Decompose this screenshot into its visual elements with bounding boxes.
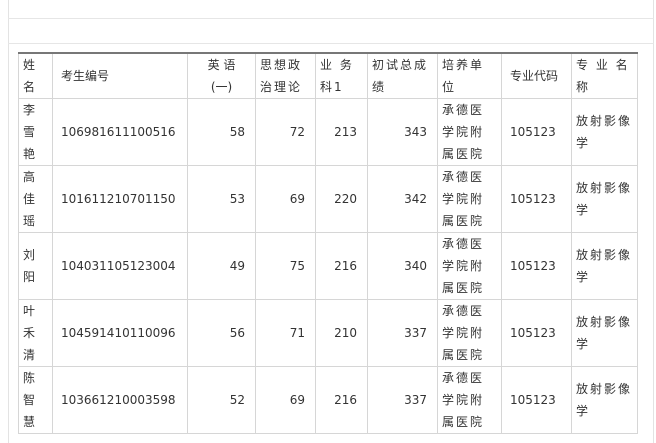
header-politics: 思想政治理论 bbox=[255, 52, 316, 99]
cell-name: 李雪艳 bbox=[18, 98, 53, 166]
table-header-row: 姓名 考生编号 英 语 (一) 思想政治理论 业 务 科1 初试总成绩 培养单位… bbox=[18, 52, 638, 99]
header-major-name: 专 业 名 称 bbox=[571, 52, 638, 99]
cell-total: 340 bbox=[367, 232, 438, 300]
cell-unit: 承德医学院附属医院 bbox=[437, 299, 502, 367]
cell-exam-id: 106981611100516 bbox=[52, 98, 188, 166]
cell-total: 337 bbox=[367, 299, 438, 367]
cell-major-code: 105123 bbox=[501, 366, 572, 434]
header-english: 英 语 (一) bbox=[187, 52, 256, 99]
cell-professional1: 213 bbox=[315, 98, 368, 166]
cell-name: 陈智慧 bbox=[18, 366, 53, 434]
table-row: 叶禾清 104591410110096 56 71 210 337 承德医学院附… bbox=[18, 299, 638, 367]
cell-major-name: 放射影像学 bbox=[571, 366, 638, 434]
cell-major-name: 放射影像学 bbox=[571, 165, 638, 233]
cell-major-code: 105123 bbox=[501, 98, 572, 166]
cell-unit: 承德医学院附属医院 bbox=[437, 98, 502, 166]
cell-english: 56 bbox=[187, 299, 256, 367]
cell-politics: 71 bbox=[255, 299, 316, 367]
divider bbox=[8, 18, 654, 19]
cell-professional1: 210 bbox=[315, 299, 368, 367]
header-exam-id: 考生编号 bbox=[52, 52, 188, 99]
cell-major-code: 105123 bbox=[501, 232, 572, 300]
cell-major-name: 放射影像学 bbox=[571, 232, 638, 300]
table-row: 陈智慧 103661210003598 52 69 216 337 承德医学院附… bbox=[18, 366, 638, 434]
cell-exam-id: 103661210003598 bbox=[52, 366, 188, 434]
cell-english: 49 bbox=[187, 232, 256, 300]
cell-major-code: 105123 bbox=[501, 165, 572, 233]
cell-professional1: 216 bbox=[315, 232, 368, 300]
cell-total: 337 bbox=[367, 366, 438, 434]
cell-politics: 75 bbox=[255, 232, 316, 300]
cell-politics: 69 bbox=[255, 366, 316, 434]
cell-politics: 72 bbox=[255, 98, 316, 166]
cell-major-code: 105123 bbox=[501, 299, 572, 367]
cell-english: 53 bbox=[187, 165, 256, 233]
divider bbox=[8, 43, 654, 44]
cell-exam-id: 104591410110096 bbox=[52, 299, 188, 367]
cell-major-name: 放射影像学 bbox=[571, 98, 638, 166]
cell-name: 高佳瑶 bbox=[18, 165, 53, 233]
admission-score-table: 姓名 考生编号 英 语 (一) 思想政治理论 业 务 科1 初试总成绩 培养单位… bbox=[18, 52, 638, 434]
header-unit: 培养单位 bbox=[437, 52, 502, 99]
cell-unit: 承德医学院附属医院 bbox=[437, 232, 502, 300]
cell-name: 刘阳 bbox=[18, 232, 53, 300]
header-total: 初试总成绩 bbox=[367, 52, 438, 99]
cell-politics: 69 bbox=[255, 165, 316, 233]
cell-major-name: 放射影像学 bbox=[571, 299, 638, 367]
cell-professional1: 220 bbox=[315, 165, 368, 233]
cell-english: 58 bbox=[187, 98, 256, 166]
header-name: 姓名 bbox=[18, 52, 53, 99]
cell-total: 342 bbox=[367, 165, 438, 233]
cell-professional1: 216 bbox=[315, 366, 368, 434]
cell-total: 343 bbox=[367, 98, 438, 166]
table-row: 高佳瑶 101611210701150 53 69 220 342 承德医学院附… bbox=[18, 165, 638, 233]
table-row: 刘阳 104031105123004 49 75 216 340 承德医学院附属… bbox=[18, 232, 638, 300]
cell-exam-id: 104031105123004 bbox=[52, 232, 188, 300]
cell-unit: 承德医学院附属医院 bbox=[437, 366, 502, 434]
cell-english: 52 bbox=[187, 366, 256, 434]
cell-unit: 承德医学院附属医院 bbox=[437, 165, 502, 233]
header-professional1: 业 务 科1 bbox=[315, 52, 368, 99]
header-major-code: 专业代码 bbox=[501, 52, 572, 99]
cell-exam-id: 101611210701150 bbox=[52, 165, 188, 233]
table-row: 李雪艳 106981611100516 58 72 213 343 承德医学院附… bbox=[18, 98, 638, 166]
cell-name: 叶禾清 bbox=[18, 299, 53, 367]
